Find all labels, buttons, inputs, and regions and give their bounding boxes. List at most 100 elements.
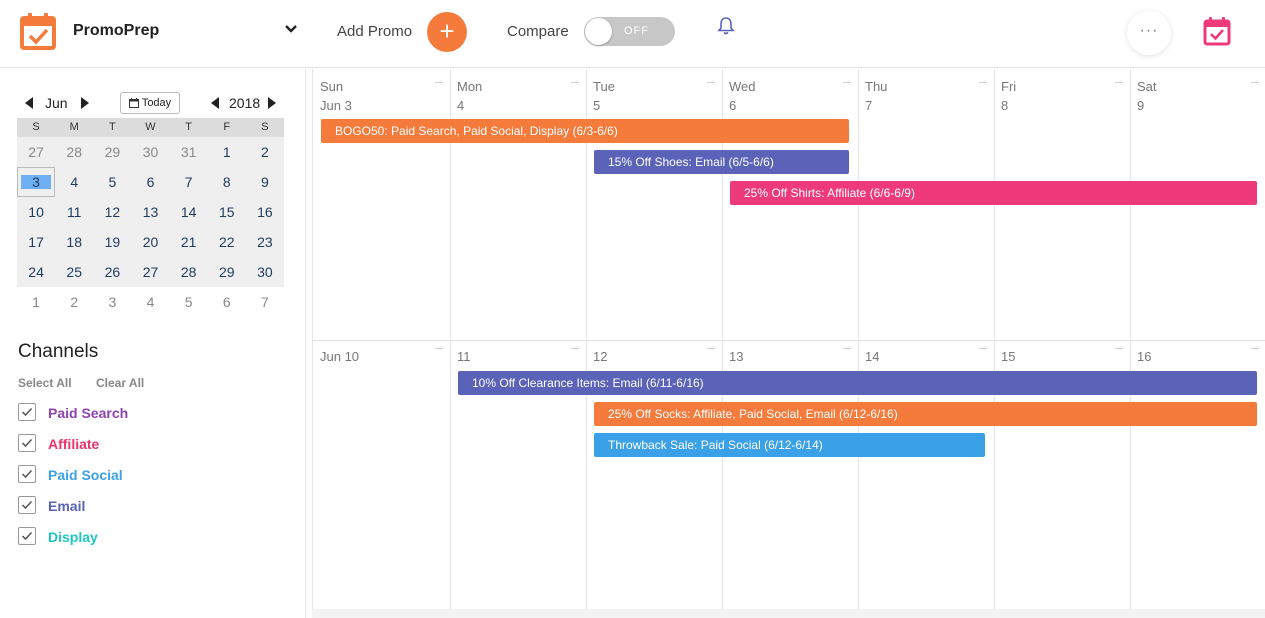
- check-icon: [21, 407, 33, 417]
- day-cell[interactable]: 26: [93, 257, 132, 287]
- day-cell[interactable]: 18: [55, 227, 94, 257]
- day-cell[interactable]: 1: [207, 137, 246, 167]
- day-cell[interactable]: 15: [207, 197, 246, 227]
- day-cell[interactable]: 2: [245, 137, 284, 167]
- day-of-week: Sun: [320, 79, 344, 94]
- day-cell[interactable]: 29: [93, 137, 132, 167]
- promo-event[interactable]: Throwback Sale: Paid Social (6/12-6/14): [594, 433, 985, 457]
- cell-menu-icon[interactable]: [571, 82, 579, 83]
- day-cell[interactable]: 28: [55, 137, 94, 167]
- calendar-check-icon[interactable]: [1203, 16, 1231, 46]
- day-cell[interactable]: 2: [55, 287, 93, 317]
- mini-calendar: S M T W T F S 27 28 29 30 31 1 2 3 4 5 6…: [17, 118, 284, 317]
- day-cell[interactable]: 30: [131, 137, 170, 167]
- day-cell[interactable]: 31: [169, 137, 208, 167]
- add-promo-button[interactable]: +: [427, 12, 467, 52]
- selected-day-cell[interactable]: 3: [17, 167, 56, 197]
- day-cell[interactable]: 8: [207, 167, 246, 197]
- column-divider: [586, 69, 587, 609]
- day-cell[interactable]: 27: [131, 257, 170, 287]
- day-cell[interactable]: 11: [55, 197, 94, 227]
- cell-menu-icon[interactable]: [707, 348, 715, 349]
- channel-label: Paid Social: [48, 467, 123, 483]
- toggle-state-text: OFF: [624, 25, 649, 37]
- checkbox[interactable]: [18, 465, 36, 483]
- more-options-button[interactable]: ···: [1127, 11, 1171, 55]
- day-cell[interactable]: 6: [131, 167, 170, 197]
- promo-event[interactable]: 15% Off Shoes: Email (6/5-6/6): [594, 150, 849, 174]
- day-cell[interactable]: 24: [17, 257, 56, 287]
- prev-month-button[interactable]: [25, 97, 33, 109]
- select-all-link[interactable]: Select All: [18, 376, 72, 390]
- cell-menu-icon[interactable]: [979, 82, 987, 83]
- day-cell[interactable]: 12: [93, 197, 132, 227]
- day-cell[interactable]: 17: [17, 227, 56, 257]
- day-cell[interactable]: 19: [93, 227, 132, 257]
- mini-week-row: 27 28 29 30 31 1 2: [17, 137, 284, 167]
- day-cell[interactable]: 5: [170, 287, 208, 317]
- promo-event[interactable]: 25% Off Socks: Affiliate, Paid Social, E…: [594, 402, 1257, 426]
- cell-menu-icon[interactable]: [843, 82, 851, 83]
- next-month-button[interactable]: [81, 97, 89, 109]
- cell-menu-icon[interactable]: [435, 348, 443, 349]
- promo-event[interactable]: BOGO50: Paid Search, Paid Social, Displa…: [321, 119, 849, 143]
- day-cell[interactable]: 27: [17, 137, 56, 167]
- day-cell[interactable]: 13: [131, 197, 170, 227]
- cell-menu-icon[interactable]: [1115, 348, 1123, 349]
- day-cell[interactable]: 4: [55, 167, 94, 197]
- channel-label: Display: [48, 529, 98, 545]
- day-cell[interactable]: 1: [17, 287, 55, 317]
- day-of-week: Thu: [865, 79, 888, 94]
- day-cell[interactable]: 30: [245, 257, 284, 287]
- promo-event[interactable]: 25% Off Shirts: Affiliate (6/6-6/9): [730, 181, 1257, 205]
- day-cell[interactable]: 4: [131, 287, 169, 317]
- day-cell[interactable]: 23: [245, 227, 284, 257]
- day-cell[interactable]: 22: [207, 227, 246, 257]
- day-of-week: Mon: [457, 79, 483, 94]
- day-cell[interactable]: 7: [169, 167, 208, 197]
- cell-menu-icon[interactable]: [435, 82, 443, 83]
- day-cell[interactable]: 7: [246, 287, 284, 317]
- day-cell[interactable]: 16: [245, 197, 284, 227]
- weekday-label: F: [223, 121, 231, 133]
- day-cell[interactable]: 20: [131, 227, 170, 257]
- day-number: 9: [1137, 98, 1145, 113]
- day-cell[interactable]: 5: [93, 167, 132, 197]
- cell-menu-icon[interactable]: [707, 82, 715, 83]
- checkbox[interactable]: [18, 434, 36, 452]
- day-cell[interactable]: 10: [17, 197, 56, 227]
- horizontal-scrollbar[interactable]: [312, 609, 1265, 618]
- day-cell[interactable]: 14: [169, 197, 208, 227]
- cell-menu-icon[interactable]: [1115, 82, 1123, 83]
- checkbox[interactable]: [18, 527, 36, 545]
- check-icon: [21, 438, 33, 448]
- cell-menu-icon[interactable]: [1251, 82, 1259, 83]
- bell-icon[interactable]: [716, 16, 736, 36]
- cell-menu-icon[interactable]: [1251, 348, 1259, 349]
- compare-toggle[interactable]: OFF: [584, 17, 675, 46]
- day-cell[interactable]: 3: [93, 287, 131, 317]
- day-cell[interactable]: 9: [245, 167, 284, 197]
- prev-year-button[interactable]: [211, 97, 219, 109]
- day-cell[interactable]: 29: [207, 257, 246, 287]
- channel-label: Affiliate: [48, 436, 100, 452]
- cell-menu-icon[interactable]: [979, 348, 987, 349]
- weekday-label: T: [185, 121, 192, 133]
- clear-all-link[interactable]: Clear All: [96, 376, 144, 390]
- chevron-down-icon[interactable]: [284, 22, 298, 36]
- day-cell[interactable]: 25: [55, 257, 94, 287]
- day-number: 14: [865, 349, 880, 364]
- day-cell[interactable]: 28: [169, 257, 208, 287]
- day-cell[interactable]: 21: [169, 227, 208, 257]
- calendar-check-icon[interactable]: [20, 12, 56, 50]
- cell-menu-icon[interactable]: [843, 348, 851, 349]
- day-header: 15: [1001, 347, 1015, 366]
- checkbox[interactable]: [18, 403, 36, 421]
- next-year-button[interactable]: [268, 97, 276, 109]
- promo-event[interactable]: 10% Off Clearance Items: Email (6/11-6/1…: [458, 371, 1257, 395]
- day-cell[interactable]: 6: [208, 287, 246, 317]
- today-button[interactable]: Today: [120, 92, 180, 114]
- cell-menu-icon[interactable]: [571, 348, 579, 349]
- checkbox[interactable]: [18, 496, 36, 514]
- weekday-label: M: [69, 121, 79, 133]
